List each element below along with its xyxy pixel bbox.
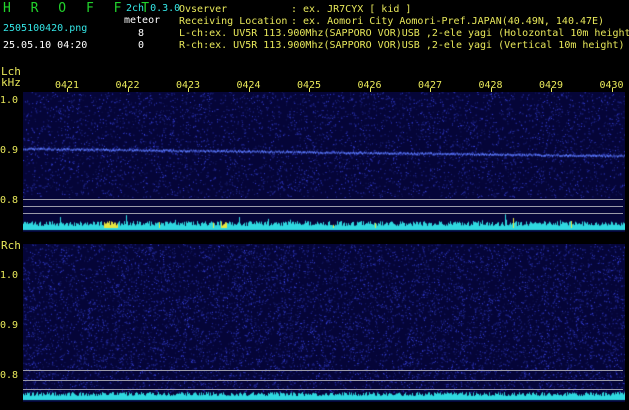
rch-spectrogram — [23, 244, 625, 402]
rch-ylabel-0.8: 0.8 — [0, 370, 19, 381]
rch-ylabel-1.0: 1.0 — [0, 270, 19, 281]
lch-ref-line — [23, 199, 623, 200]
rch-ref-line — [23, 380, 623, 381]
lch-ylabel-1.0: 1.0 — [0, 95, 19, 106]
meteor-l-count: 8 — [138, 28, 145, 39]
lch-unit: kHz — [1, 76, 21, 89]
lch-ref-line — [23, 213, 623, 214]
channel-version: 2ch 0.3.0 — [126, 3, 181, 14]
lch-ylabel-0.9: 0.9 — [0, 145, 19, 156]
rch-setup: R-ch:ex. UV5R 113.900Mhz(SAPPORO VOR)USB… — [179, 40, 625, 51]
lch-spectrogram — [23, 92, 625, 232]
observer-value: : ex. JR7CYX [ kid ] — [291, 4, 412, 15]
observer-label: Ovserver — [179, 4, 228, 15]
rch-label: Rch — [1, 239, 21, 252]
rch-ref-line — [23, 389, 623, 390]
meteor-label: meteor — [124, 15, 161, 26]
location-label: Receiving Location — [179, 16, 288, 27]
rch-ylabel-0.9: 0.9 — [0, 320, 19, 331]
lch-ref-line — [23, 206, 623, 207]
datetime: 25.05.10 04:20 — [3, 40, 88, 51]
rch-ref-line — [23, 370, 623, 371]
filename: 2505100420.png — [3, 23, 88, 34]
location-value: : ex. Aomori City Aomori-Pref.JAPAN(40.4… — [291, 16, 605, 27]
lch-setup: L-ch:ex. UV5R 113.900Mhz(SAPPORO VOR)USB… — [179, 28, 629, 39]
meteor-r-count: 0 — [138, 40, 145, 51]
lch-ylabel-0.8: 0.8 — [0, 195, 19, 206]
